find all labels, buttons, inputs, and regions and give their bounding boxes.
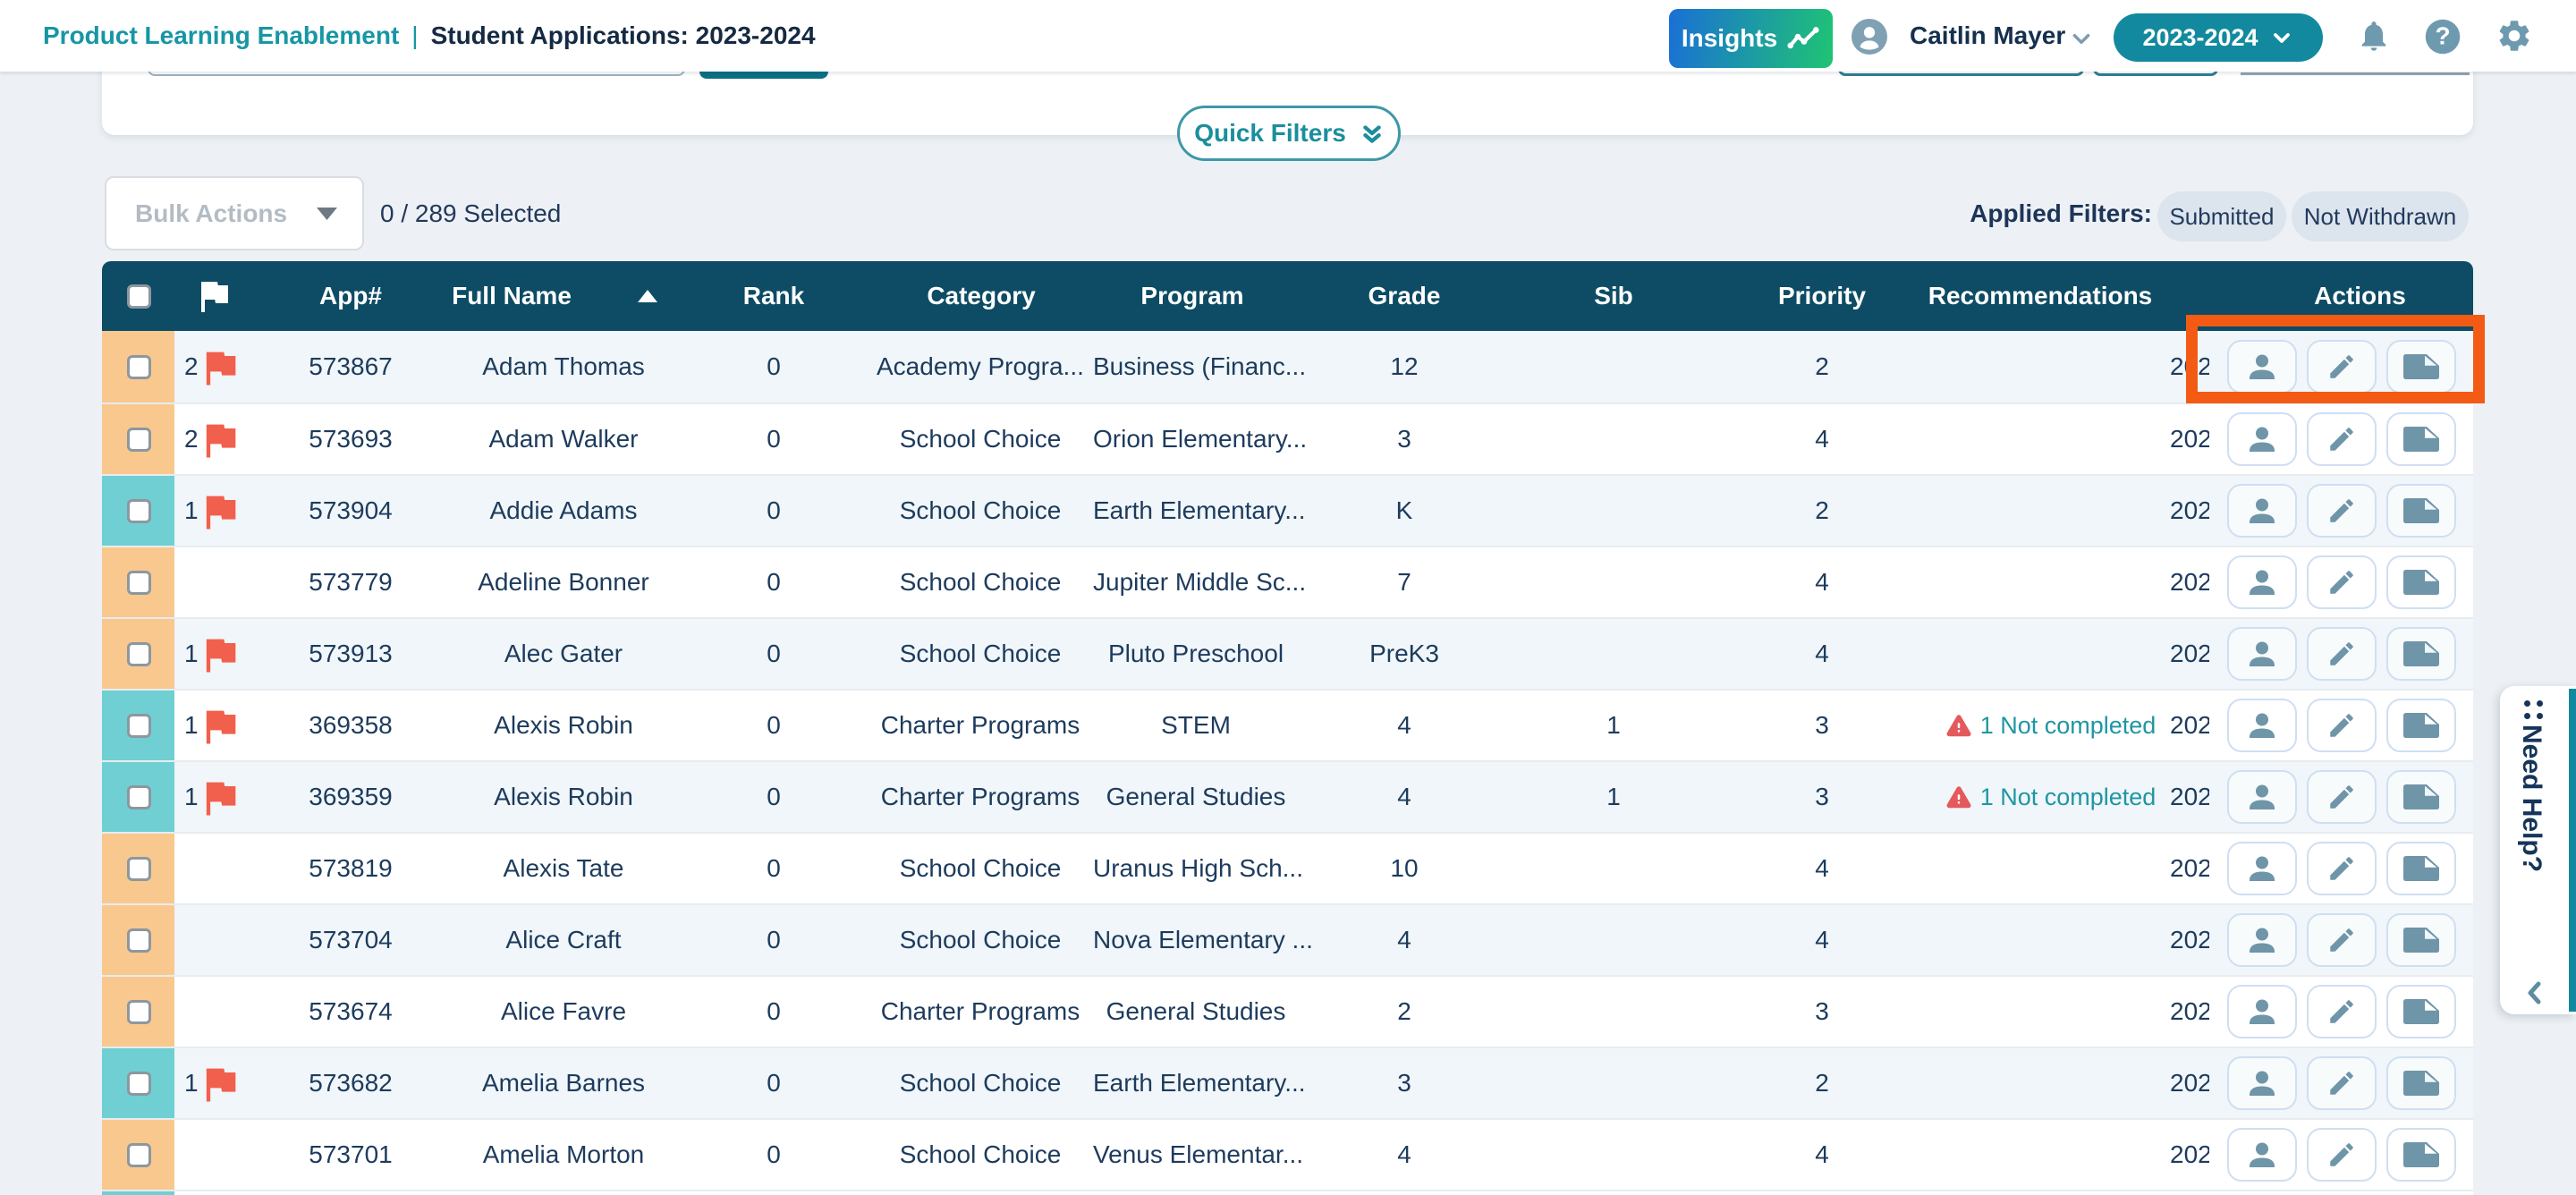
svg-text:?: ? xyxy=(2435,21,2450,49)
